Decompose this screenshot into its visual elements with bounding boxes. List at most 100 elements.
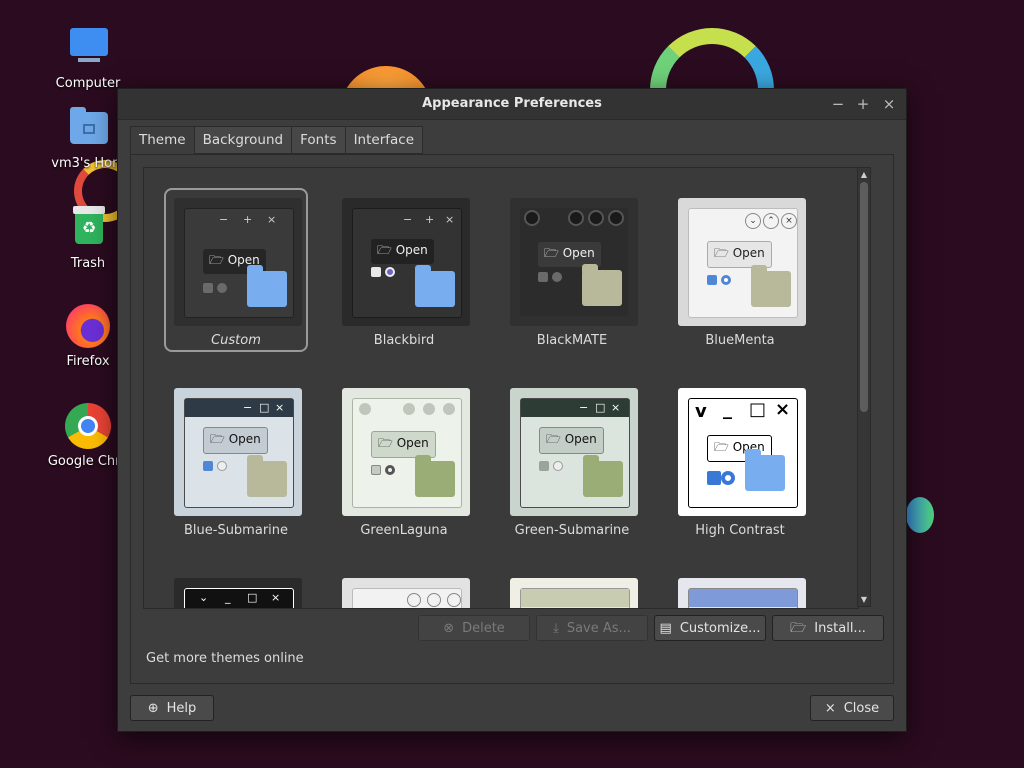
- theme-name: BlackMATE: [536, 333, 608, 348]
- open-label: Open: [564, 432, 597, 446]
- open-label: Open: [562, 246, 595, 260]
- radio-preview: [385, 465, 395, 475]
- open-label: Open: [396, 436, 429, 450]
- theme-thumbnail: [342, 578, 470, 608]
- open-button-preview: 🗁 Open: [203, 427, 268, 454]
- save-as-button[interactable]: ⤓ Save As...: [536, 615, 648, 641]
- open-button-preview: 🗁 Open: [539, 427, 604, 454]
- theme-item-partial[interactable]: ⌄ _ □ ×: [162, 566, 310, 608]
- theme-name: GreenLaguna: [360, 523, 448, 538]
- open-label: Open: [732, 246, 765, 260]
- theme-name: BlueMenta: [705, 333, 775, 348]
- checkbox-preview: [203, 283, 213, 293]
- theme-item-blackbird[interactable]: − + × 🗁 Open Blackbird: [330, 186, 478, 354]
- theme-thumbnail: [510, 578, 638, 608]
- theme-thumbnail: − + × 🗁 Open: [174, 198, 302, 326]
- customize-label: Customize...: [679, 621, 761, 636]
- scroll-up-arrow-icon[interactable]: ▲: [858, 170, 870, 179]
- chrome-icon: [64, 402, 112, 450]
- tab-bar: Theme Background Fonts Interface: [130, 126, 424, 155]
- close-window-button[interactable]: ×: [879, 94, 899, 114]
- help-label: Help: [166, 701, 197, 716]
- trash-icon: ♻: [64, 204, 112, 252]
- folder-icon: [582, 264, 622, 306]
- folder-icon: [415, 455, 455, 497]
- theme-thumbnail: 🗁 Open: [510, 198, 638, 326]
- scroll-down-arrow-icon[interactable]: ▼: [858, 595, 870, 604]
- gallery-scrollbar[interactable]: ▲ ▼: [857, 167, 871, 607]
- minimize-button[interactable]: −: [828, 94, 848, 114]
- theme-name: Blackbird: [373, 333, 435, 348]
- checkbox-preview: [538, 272, 548, 282]
- desktop-computer[interactable]: Computer: [40, 24, 136, 91]
- theme-item-partial[interactable]: [498, 566, 646, 608]
- computer-icon: [64, 24, 112, 72]
- help-icon: ⊕: [147, 701, 159, 716]
- folder-icon: [583, 455, 623, 497]
- theme-thumbnail: − □ × 🗁 Open: [510, 388, 638, 516]
- theme-name: Custom: [211, 333, 261, 348]
- radio-preview: [385, 267, 395, 277]
- radio-preview: [553, 461, 563, 471]
- open-button-preview: 🗁 Open: [371, 239, 434, 264]
- save-icon: ⤓: [553, 621, 559, 636]
- firefox-icon: [64, 302, 112, 350]
- theme-name: Blue-Submarine: [183, 523, 289, 538]
- home-folder-icon: [64, 104, 112, 152]
- theme-gallery: − + × 🗁 Open Custom − + × 🗁 Open Blackbi…: [143, 167, 859, 609]
- save-as-label: Save As...: [566, 621, 631, 636]
- document-icon: ▤: [659, 621, 672, 636]
- checkbox-preview: [371, 465, 381, 475]
- theme-item-partial[interactable]: [330, 566, 478, 608]
- theme-thumbnail: 🗁 Open: [342, 388, 470, 516]
- theme-item-greenlaguna[interactable]: 🗁 Open GreenLaguna: [330, 376, 478, 544]
- theme-thumbnail: v _ □ × 🗁 Open: [678, 388, 806, 516]
- checkbox-preview: [371, 267, 381, 277]
- folder-icon: [247, 265, 287, 307]
- install-button[interactable]: 🗁 Install...: [772, 615, 884, 641]
- theme-item-bluementa[interactable]: ⌄ ⌃ × 🗁 Open BlueMenta: [666, 186, 814, 354]
- folder-icon: [247, 455, 287, 497]
- checkbox-preview: [707, 471, 721, 485]
- customize-button[interactable]: ▤ Customize...: [654, 615, 766, 641]
- open-label: Open: [395, 243, 428, 257]
- theme-panel: − + × 🗁 Open Custom − + × 🗁 Open Blackbi…: [130, 154, 894, 684]
- theme-thumbnail: − + × 🗁 Open: [342, 198, 470, 326]
- theme-thumbnail: − □ × 🗁 Open: [174, 388, 302, 516]
- titlebar[interactable]: Appearance Preferences − + ×: [118, 89, 906, 120]
- maximize-button[interactable]: +: [853, 94, 873, 114]
- theme-item-green-submarine[interactable]: − □ × 🗁 Open Green-Submarine: [498, 376, 646, 544]
- tab-fonts[interactable]: Fonts: [291, 126, 346, 154]
- folder-icon: [745, 449, 785, 491]
- theme-thumbnail: [678, 578, 806, 608]
- tab-interface[interactable]: Interface: [344, 126, 424, 154]
- theme-thumbnail: ⌄ _ □ ×: [174, 578, 302, 608]
- theme-name: Green-Submarine: [514, 523, 630, 538]
- get-more-themes-link[interactable]: Get more themes online: [146, 651, 304, 666]
- delete-icon: ⊗: [443, 621, 455, 636]
- theme-item-partial[interactable]: [666, 566, 814, 608]
- delete-button[interactable]: ⊗ Delete: [418, 615, 530, 641]
- close-button[interactable]: × Close: [810, 695, 894, 721]
- open-button-preview: 🗁 Open: [707, 241, 772, 268]
- install-label: Install...: [814, 621, 866, 636]
- appearance-preferences-window: Appearance Preferences − + × Theme Backg…: [117, 88, 907, 732]
- scroll-thumb[interactable]: [860, 182, 868, 412]
- theme-thumbnail: ⌄ ⌃ × 🗁 Open: [678, 198, 806, 326]
- theme-item-blackmate[interactable]: 🗁 Open BlackMATE: [498, 186, 646, 354]
- checkbox-preview: [203, 461, 213, 471]
- open-label: Open: [228, 432, 261, 446]
- tab-theme[interactable]: Theme: [130, 126, 195, 155]
- wallpaper-blob-shape: [906, 497, 934, 533]
- help-button[interactable]: ⊕ Help: [130, 695, 214, 721]
- folder-icon: [415, 265, 455, 307]
- theme-item-blue-submarine[interactable]: − □ × 🗁 Open Blue-Submarine: [162, 376, 310, 544]
- theme-item-high-contrast[interactable]: v _ □ × 🗁 Open High Contrast: [666, 376, 814, 544]
- delete-label: Delete: [462, 621, 505, 636]
- close-label: Close: [843, 701, 880, 716]
- folder-icon: [751, 265, 791, 307]
- checkbox-preview: [539, 461, 549, 471]
- radio-preview: [217, 461, 227, 471]
- theme-item-custom[interactable]: − + × 🗁 Open Custom: [162, 186, 310, 354]
- tab-background[interactable]: Background: [193, 126, 293, 154]
